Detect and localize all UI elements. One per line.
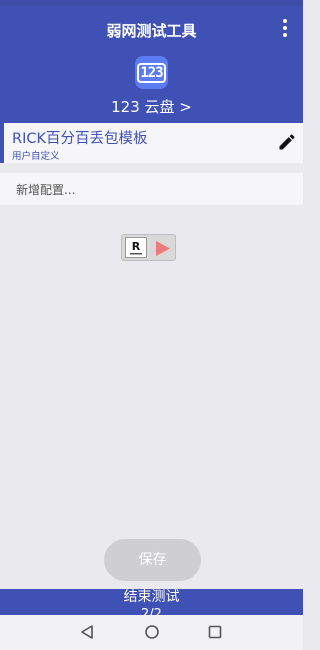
cloud-app-icon[interactable]: 123 [135, 56, 168, 89]
bottom-bar: 结束测试 2/2 [0, 589, 303, 615]
logo-image: R [125, 237, 147, 258]
profile-name: RICK百分百丢包模板 [12, 131, 148, 147]
end-test-button[interactable]: 结束测试 [0, 589, 303, 606]
page-count: 2/2 [141, 607, 162, 615]
play-icon [156, 241, 170, 256]
svg-text:R: R [132, 240, 141, 253]
app-title: 弱网测试工具 [106, 22, 197, 40]
pencil-icon[interactable] [277, 132, 297, 152]
cloud-app-link[interactable]: 123 云盘 > [0, 96, 303, 117]
back-icon[interactable] [80, 624, 94, 640]
system-nav-bar [0, 615, 303, 650]
app-icon-label: 123 [137, 62, 166, 83]
recent-apps-icon[interactable] [208, 625, 222, 639]
more-vert-icon[interactable] [277, 16, 293, 40]
new-config-input[interactable]: 新增配置... [0, 173, 303, 205]
video-thumbnail[interactable]: R [121, 234, 176, 261]
profile-card[interactable]: RICK百分百丢包模板 用户自定义 [0, 123, 303, 163]
app-header: 弱网测试工具 123 123 云盘 > [0, 6, 303, 123]
profile-subtitle: 用户自定义 [12, 151, 60, 162]
home-icon[interactable] [144, 624, 160, 640]
save-button[interactable]: 保存 [104, 539, 201, 581]
